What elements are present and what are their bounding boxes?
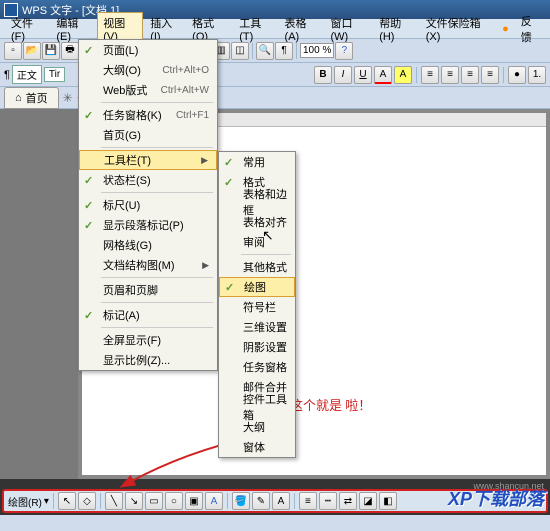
oval-icon[interactable]: ○ <box>165 492 183 510</box>
menu-tools[interactable]: 工具(T) <box>234 13 277 45</box>
menu-bar: 文件(F) 编辑(E) 视图(V) 插入(I) 格式(O) 工具(T) 表格(A… <box>0 19 550 39</box>
toolbars-submenu: ✓常用✓格式表格和边框表格对齐审阅其他格式✓绘图符号栏三维设置阴影设置任务窗格邮… <box>218 151 296 458</box>
open-icon[interactable]: 📂 <box>23 42 41 60</box>
autoshapes-icon[interactable]: ◇ <box>78 492 96 510</box>
menu-table[interactable]: 表格(A) <box>280 13 324 45</box>
menu-item[interactable]: 显示比例(Z)... <box>79 350 217 370</box>
highlight-icon[interactable]: A <box>394 66 412 84</box>
menu-item[interactable]: 全屏显示(F) <box>79 330 217 350</box>
submenu-item[interactable]: 符号栏 <box>219 297 295 317</box>
arrow-icon[interactable]: ↘ <box>125 492 143 510</box>
wordart-icon[interactable]: A <box>205 492 223 510</box>
submenu-item[interactable]: 窗体 <box>219 437 295 457</box>
show-marks-icon[interactable]: ¶ <box>275 42 293 60</box>
textbox-icon[interactable]: ▣ <box>185 492 203 510</box>
submenu-item[interactable]: ✓绘图 <box>219 277 295 297</box>
submenu-item[interactable]: 其他格式 <box>219 257 295 277</box>
align-center-icon[interactable]: ≡ <box>441 66 459 84</box>
menu-item[interactable]: 页眉和页脚 <box>79 280 217 300</box>
bullets-icon[interactable]: ⦁ <box>508 66 526 84</box>
tab-home[interactable]: ⌂ 首页 <box>4 87 59 109</box>
status-bar <box>0 515 550 531</box>
view-menu-dropdown: ✓页面(L)大纲(O)Ctrl+Alt+OWeb版式Ctrl+Alt+W ✓任务窗… <box>78 39 218 371</box>
line-style-icon[interactable]: ≡ <box>299 492 317 510</box>
rect-icon[interactable]: ▭ <box>145 492 163 510</box>
annotation-text: 这个就是 啦！ <box>290 398 371 415</box>
menu-file[interactable]: 文件(F) <box>6 13 49 45</box>
submenu-item[interactable]: 三维设置 <box>219 317 295 337</box>
shadow-icon[interactable]: ◪ <box>359 492 377 510</box>
menu-item[interactable]: ✓标记(A) <box>79 305 217 325</box>
fill-color-icon[interactable]: 🪣 <box>232 492 250 510</box>
underline-icon[interactable]: U <box>354 66 372 84</box>
font-color2-icon[interactable]: A <box>272 492 290 510</box>
align-right-icon[interactable]: ≡ <box>461 66 479 84</box>
submenu-item[interactable]: 审阅 <box>219 232 295 252</box>
arrow-style-icon[interactable]: ⇄ <box>339 492 357 510</box>
font-selector[interactable]: Tir <box>44 67 65 82</box>
menu-item[interactable]: 首页(G) <box>79 125 217 145</box>
home-icon: ⌂ <box>15 92 22 104</box>
task-pane <box>0 109 78 479</box>
menu-item[interactable]: Web版式Ctrl+Alt+W <box>79 80 217 100</box>
menu-item[interactable]: ✓显示段落标记(P) <box>79 215 217 235</box>
menu-item[interactable]: 大纲(O)Ctrl+Alt+O <box>79 60 217 80</box>
menu-item[interactable]: ✓标尺(U) <box>79 195 217 215</box>
font-color-icon[interactable]: A <box>374 66 392 84</box>
menu-item[interactable]: ✓状态栏(S) <box>79 170 217 190</box>
italic-icon[interactable]: I <box>334 66 352 84</box>
submenu-item[interactable]: 大纲 <box>219 417 295 437</box>
object-icon[interactable]: ◫ <box>231 42 249 60</box>
align-justify-icon[interactable]: ≡ <box>481 66 499 84</box>
menu-help[interactable]: 帮助(H) <box>374 13 418 45</box>
menu-item[interactable]: 网格线(G) <box>79 235 217 255</box>
line-icon[interactable]: ╲ <box>105 492 123 510</box>
menu-item[interactable]: ✓任务窗格(K)Ctrl+F1 <box>79 105 217 125</box>
zoom-selector[interactable]: 100 % <box>300 43 334 58</box>
feedback-area[interactable]: ●反馈 <box>497 11 544 47</box>
submenu-item[interactable]: 表格和边框 <box>219 192 295 212</box>
menu-item[interactable]: 工具栏(T)▶ <box>79 150 217 170</box>
submenu-item[interactable]: 阴影设置 <box>219 337 295 357</box>
submenu-item[interactable]: ✓常用 <box>219 152 295 172</box>
line-color-icon[interactable]: ✎ <box>252 492 270 510</box>
3d-icon[interactable]: ◧ <box>379 492 397 510</box>
submenu-item[interactable]: 任务窗格 <box>219 357 295 377</box>
menu-item[interactable]: ✓页面(L) <box>79 40 217 60</box>
style-selector[interactable]: 正文 <box>12 65 42 84</box>
select-icon[interactable]: ↖ <box>58 492 76 510</box>
bold-icon[interactable]: B <box>314 66 332 84</box>
submenu-item[interactable]: 控件工具箱 <box>219 397 295 417</box>
menu-item[interactable]: 文档结构图(M)▶ <box>79 255 217 275</box>
print-icon[interactable]: 🖶 <box>61 42 79 60</box>
menu-window[interactable]: 窗口(W) <box>325 13 372 45</box>
menu-safe[interactable]: 文件保险箱(X) <box>421 13 495 45</box>
watermark: XP下载部落 <box>448 485 544 511</box>
new-icon[interactable]: ▫ <box>4 42 22 60</box>
save-icon[interactable]: 💾 <box>42 42 60 60</box>
dash-style-icon[interactable]: ┅ <box>319 492 337 510</box>
submenu-item[interactable]: 表格对齐 <box>219 212 295 232</box>
drawing-label[interactable]: 绘图(R) <box>8 494 42 509</box>
align-left-icon[interactable]: ≡ <box>421 66 439 84</box>
find-icon[interactable]: 🔍 <box>256 42 274 60</box>
numbering-icon[interactable]: 1. <box>528 66 546 84</box>
help-icon[interactable]: ? <box>335 42 353 60</box>
